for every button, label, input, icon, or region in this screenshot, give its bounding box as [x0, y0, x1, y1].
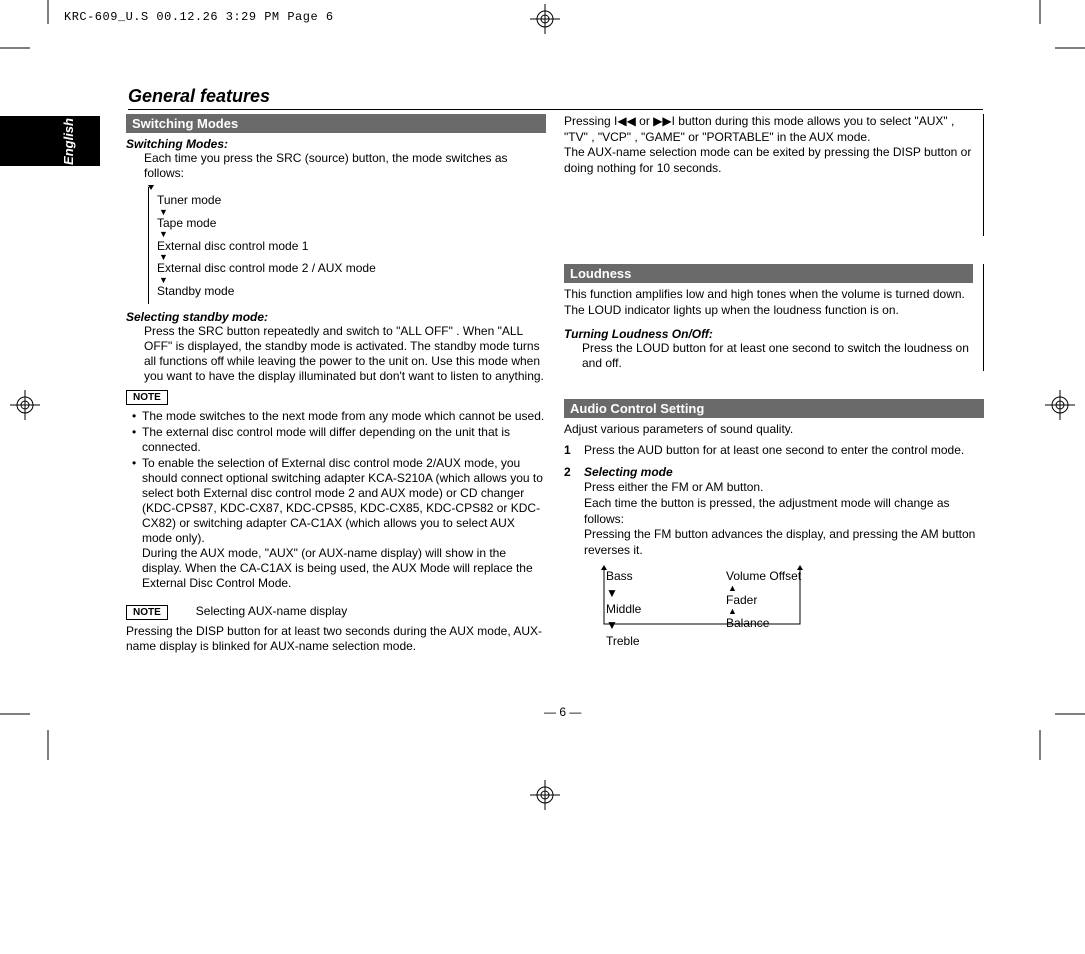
section-heading-loudness: Loudness	[564, 264, 973, 283]
body-text: Press the SRC button repeatedly and swit…	[144, 324, 546, 384]
arrow-down-icon: ▼	[159, 254, 546, 261]
list-item: Volume Offset	[726, 568, 801, 584]
body-text: The LOUD indicator lights up when the lo…	[564, 303, 973, 319]
body-text: Press either the FM or AM button.	[584, 480, 984, 496]
list-item: Tuner mode	[157, 193, 546, 209]
audio-mode-sequence: Bass ▼ Middle ▼ Treble Volume Offset ▲ F…	[606, 564, 984, 634]
body-text: This function amplifies low and high ton…	[564, 287, 973, 303]
list-item: External disc control mode 2 / AUX mode	[157, 261, 546, 277]
audio-control-block: Audio Control Setting Adjust various par…	[564, 399, 984, 635]
list-item: Bass	[606, 568, 641, 584]
list-item: Tape mode	[157, 216, 546, 232]
list-item: External disc control mode 1	[157, 239, 546, 255]
list-item: Treble	[606, 633, 641, 649]
list-item: Balance	[726, 615, 801, 631]
body-text: Adjust various parameters of sound quali…	[564, 422, 984, 438]
body-text: Pressing the FM button advances the disp…	[584, 527, 984, 558]
note-heading-row: NOTE Selecting AUX-name display	[126, 599, 546, 624]
list-item: To enable the selection of External disc…	[142, 456, 546, 591]
content-area: Switching Modes Switching Modes: Each ti…	[126, 114, 986, 654]
bullet-icon: •	[132, 456, 142, 591]
arrow-down-icon: ▼	[159, 231, 546, 238]
list-item: The external disc control mode will diff…	[142, 425, 546, 455]
arrow-up-icon: ▲	[728, 585, 801, 592]
sub-heading: Switching Modes:	[126, 137, 546, 151]
list-item: Standby mode	[157, 284, 546, 300]
arrow-down-icon: ▼	[159, 209, 546, 216]
right-column: Pressing I◀◀ or ▶▶I button during this m…	[564, 114, 984, 654]
note-title: Selecting AUX-name display	[196, 604, 347, 618]
bullet-list: •The mode switches to the next mode from…	[132, 409, 546, 591]
arrow-down-icon: ▼	[606, 617, 641, 633]
mode-sequence: Tuner mode ▼ Tape mode ▼ External disc c…	[148, 187, 546, 304]
list-item: Fader	[726, 592, 801, 608]
language-label: English	[61, 118, 76, 165]
sub-heading: Selecting mode	[584, 465, 984, 481]
bullet-icon: •	[132, 409, 142, 424]
numbered-steps: 1 Press the AUD button for at least one …	[564, 443, 984, 634]
section-heading-audio-control: Audio Control Setting	[564, 399, 984, 418]
loudness-block: Loudness This function amplifies low and…	[564, 264, 984, 370]
step-number: 1	[564, 443, 576, 459]
body-text: Press the AUD button for at least one se…	[584, 443, 964, 459]
list-item: Middle	[606, 601, 641, 617]
aux-name-continuation: Pressing I◀◀ or ▶▶I button during this m…	[564, 114, 984, 236]
body-text: Press the LOUD button for at least one s…	[582, 341, 973, 371]
section-heading-switching-modes: Switching Modes	[126, 114, 546, 133]
arrow-up-icon: ▲	[728, 608, 801, 615]
body-text: The AUX-name selection mode can be exite…	[564, 145, 973, 176]
arrow-down-icon: ▼	[606, 585, 641, 601]
arrow-down-icon: ▼	[159, 277, 546, 284]
page-number: — 6 —	[544, 705, 581, 719]
track-prev-icon: I◀◀	[614, 114, 636, 128]
list-item: The mode switches to the next mode from …	[142, 409, 544, 424]
sub-heading: Turning Loudness On/Off:	[564, 327, 973, 341]
note-badge: NOTE	[126, 390, 168, 405]
language-tab: English	[0, 116, 100, 166]
body-text: Pressing I◀◀ or ▶▶I button during this m…	[564, 114, 973, 145]
body-text: Each time you press the SRC (source) but…	[144, 151, 546, 181]
step-number: 2	[564, 465, 576, 635]
body-text: Pressing the DISP button for at least tw…	[126, 624, 546, 654]
arrow-down-icon	[148, 185, 156, 193]
track-next-icon: ▶▶I	[653, 114, 675, 128]
page-title: General features	[128, 86, 983, 110]
note-badge: NOTE	[126, 605, 168, 620]
bullet-icon: •	[132, 425, 142, 455]
sub-heading: Selecting standby mode:	[126, 310, 546, 324]
body-text: Each time the button is pressed, the adj…	[584, 496, 984, 527]
left-column: Switching Modes Switching Modes: Each ti…	[126, 114, 546, 654]
